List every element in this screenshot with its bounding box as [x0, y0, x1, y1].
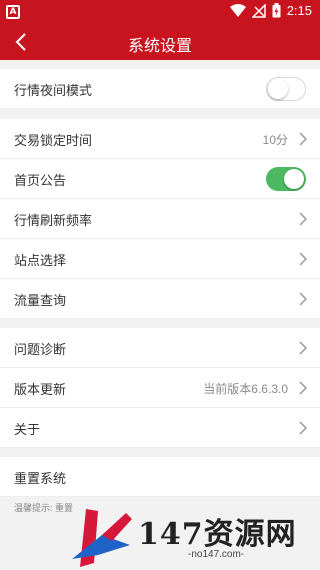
chevron-right-icon [299, 132, 308, 146]
battery-charging-icon [272, 3, 281, 18]
setting-refresh-rate[interactable]: 行情刷新频率 [0, 199, 320, 239]
navigation-bar: 系统设置 [0, 24, 320, 60]
setting-label: 行情夜间模式 [14, 83, 93, 98]
app-notification-icon: A [6, 5, 20, 19]
setting-label: 版本更新 [14, 382, 67, 397]
setting-value: 当前版本6.6.3.0 [203, 382, 288, 396]
setting-update[interactable]: 版本更新 当前版本6.6.3.0 [0, 368, 320, 408]
watermark-logo-icon [72, 509, 132, 567]
setting-label: 关于 [14, 422, 41, 437]
setting-night-mode[interactable]: 行情夜间模式 [0, 69, 320, 109]
setting-about[interactable]: 关于 [0, 408, 320, 448]
chevron-right-icon [299, 292, 308, 306]
setting-traffic-query[interactable]: 流量查询 [0, 279, 320, 319]
watermark-brand: 147资源网 [138, 517, 297, 552]
setting-value: 10分 [262, 133, 288, 147]
setting-label: 行情刷新频率 [14, 213, 93, 228]
chevron-right-icon [299, 381, 308, 395]
clock: 2:15 [286, 3, 312, 18]
page-title: 系统设置 [127, 38, 192, 55]
status-icons: 2:15 [229, 3, 312, 18]
setting-label: 交易锁定时间 [14, 133, 93, 148]
setting-label: 重置系统 [14, 471, 67, 486]
chevron-right-icon [299, 421, 308, 435]
no-signal-icon [251, 3, 266, 18]
setting-site-select[interactable]: 站点选择 [0, 239, 320, 279]
status-bar: A 2:15 [0, 0, 320, 24]
setting-diagnosis[interactable]: 问题诊断 [0, 328, 320, 368]
toggle-knob [268, 79, 288, 99]
setting-label: 首页公告 [14, 173, 67, 188]
setting-announcement[interactable]: 首页公告 [0, 159, 320, 199]
setting-label: 流量查询 [14, 293, 67, 308]
setting-label: 问题诊断 [14, 342, 67, 357]
watermark-url: -no147.com- [188, 549, 245, 560]
wifi-icon [229, 3, 246, 17]
watermark: 147资源网 -no147.com- [60, 505, 320, 570]
chevron-right-icon [299, 341, 308, 355]
setting-reset[interactable]: 重置系统 [0, 457, 320, 497]
chevron-right-icon [299, 252, 308, 266]
toggle-knob [284, 169, 304, 189]
night-mode-toggle[interactable] [266, 77, 306, 101]
setting-lock-time[interactable]: 交易锁定时间 10分 [0, 119, 320, 159]
chevron-right-icon [299, 212, 308, 226]
setting-label: 站点选择 [14, 253, 67, 268]
announcement-toggle[interactable] [266, 167, 306, 191]
